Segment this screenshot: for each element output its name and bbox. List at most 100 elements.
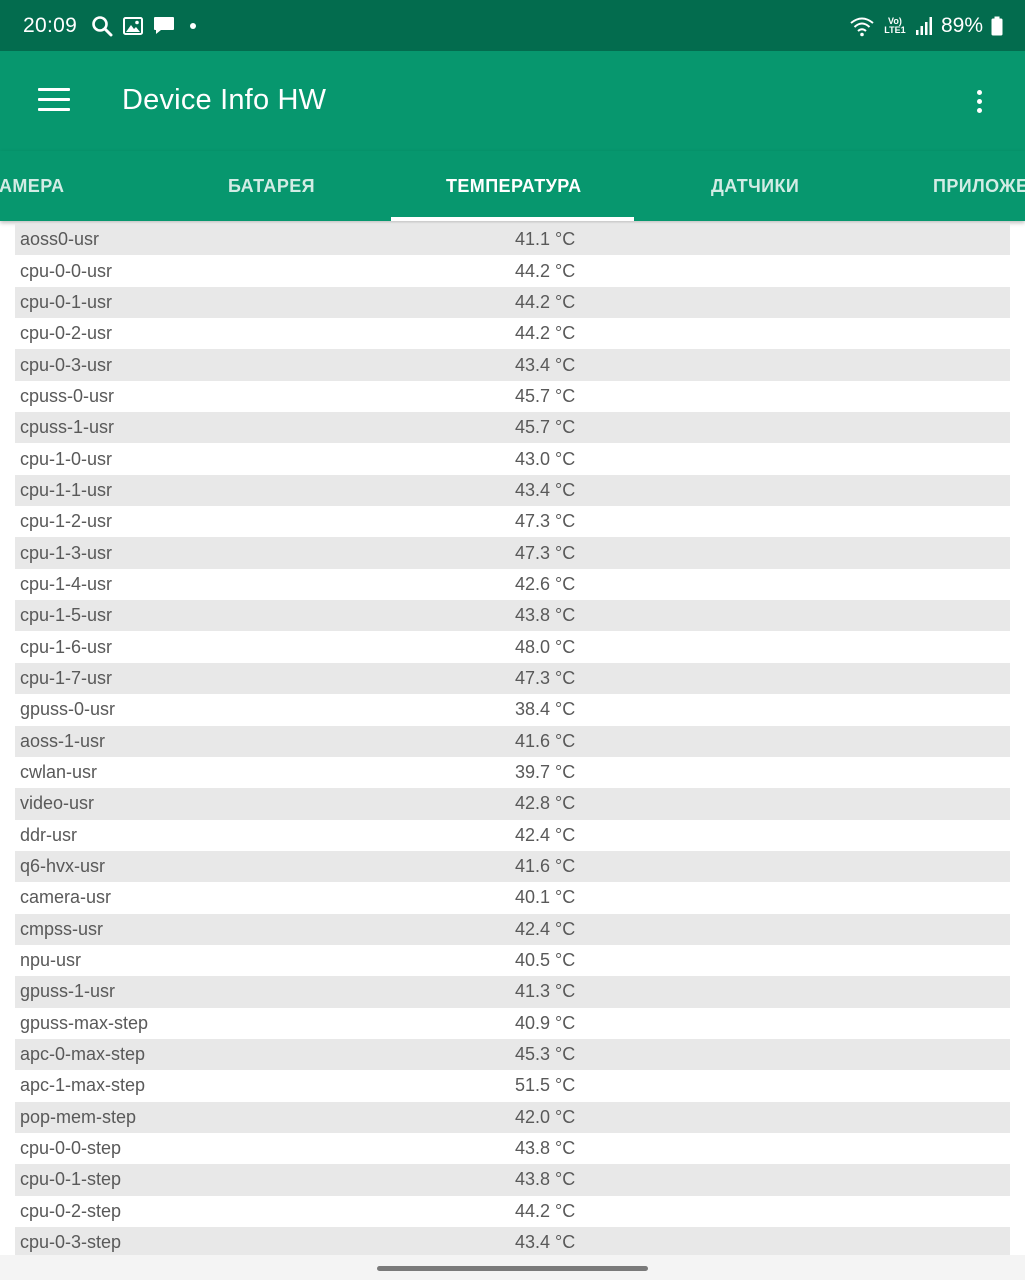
status-bar: 20:09 Vo) LTE1 89% bbox=[0, 0, 1025, 51]
home-gesture-handle[interactable] bbox=[377, 1266, 648, 1271]
sensor-temperature: 43.8 °C bbox=[515, 1169, 576, 1190]
list-item: cpu-1-4-usr 42.6 °C bbox=[15, 568, 1010, 601]
sensor-temperature: 42.8 °C bbox=[515, 793, 576, 814]
tab-apps[interactable]: ПРИЛОЖЕ bbox=[933, 151, 1025, 221]
sensor-name: ddr-usr bbox=[20, 824, 78, 845]
sensor-temperature: 43.4 °C bbox=[515, 1232, 576, 1253]
sensor-temperature: 41.6 °C bbox=[515, 856, 576, 877]
sensor-temperature: 44.2 °C bbox=[515, 291, 576, 312]
sensor-name: cpu-1-1-usr bbox=[20, 479, 113, 500]
tab-battery[interactable]: БАТАРЕЯ bbox=[228, 151, 315, 221]
wifi-icon bbox=[849, 15, 875, 37]
sensor-name: apc-1-max-step bbox=[20, 1075, 146, 1096]
dot-icon bbox=[185, 21, 201, 31]
sensor-temperature: 48.0 °C bbox=[515, 636, 576, 657]
sensor-name: pop-mem-step bbox=[20, 1106, 137, 1127]
list-item: cpu-1-7-usr 47.3 °C bbox=[15, 662, 1010, 695]
tab-camera[interactable]: АМЕРА bbox=[0, 151, 64, 221]
list-item: aoss-1-usr 41.6 °C bbox=[15, 725, 1010, 757]
sensor-temperature: 45.7 °C bbox=[515, 385, 576, 406]
battery-icon bbox=[991, 16, 1003, 36]
list-item: cpu-1-3-usr 47.3 °C bbox=[15, 537, 1010, 569]
sensor-name: cwlan-usr bbox=[20, 762, 98, 783]
sensor-temperature: 41.1 °C bbox=[515, 229, 576, 250]
search-icon bbox=[91, 15, 113, 37]
sensor-name: q6-hvx-usr bbox=[20, 856, 106, 877]
app-bar: Device Info HW bbox=[0, 51, 1025, 151]
sensor-name: gpuss-max-step bbox=[20, 1012, 149, 1033]
list-item: pop-mem-step 42.0 °C bbox=[15, 1101, 1010, 1133]
list-item: cpu-0-0-usr 44.2 °C bbox=[15, 255, 1010, 287]
list-item: cpuss-1-usr 45.7 °C bbox=[15, 412, 1010, 444]
navigation-bar bbox=[0, 1255, 1025, 1280]
sensor-name: aoss-1-usr bbox=[20, 730, 106, 751]
volte-icon: Vo) LTE1 bbox=[883, 15, 907, 35]
list-item: ddr-usr 42.4 °C bbox=[15, 819, 1010, 851]
more-vert-icon[interactable] bbox=[966, 81, 992, 121]
list-item: gpuss-max-step 40.9 °C bbox=[15, 1007, 1010, 1039]
network-label: Vo) LTE1 bbox=[884, 15, 906, 35]
list-item: q6-hvx-usr 41.6 °C bbox=[15, 850, 1010, 883]
sensor-temperature: 43.8 °C bbox=[515, 605, 576, 626]
list-item: camera-usr 40.1 °C bbox=[15, 882, 1010, 914]
sensor-temperature: 40.9 °C bbox=[515, 1012, 576, 1033]
list-item: cpu-0-2-step 44.2 °C bbox=[15, 1195, 1010, 1227]
sensor-temperature: 39.7 °C bbox=[515, 762, 576, 783]
sensor-name: cpu-1-7-usr bbox=[20, 667, 113, 688]
sensor-temperature: 44.2 °C bbox=[515, 1200, 576, 1221]
sensor-temperature: 43.8 °C bbox=[515, 1138, 576, 1159]
list-item: video-usr 42.8 °C bbox=[15, 788, 1010, 820]
sensor-name: cpu-1-2-usr bbox=[20, 511, 113, 532]
list-item: aoss0-usr 41.1 °C bbox=[15, 224, 1010, 256]
sensor-temperature: 44.2 °C bbox=[515, 323, 576, 344]
list-item: gpuss-0-usr 38.4 °C bbox=[15, 694, 1010, 726]
list-item: cpu-0-1-step 43.8 °C bbox=[15, 1164, 1010, 1196]
list-item: cpu-0-1-usr 44.2 °C bbox=[15, 286, 1010, 319]
sensor-name: npu-usr bbox=[20, 950, 82, 971]
sensor-name: cpu-0-2-usr bbox=[20, 323, 113, 344]
sensor-name: camera-usr bbox=[20, 887, 112, 908]
sensor-temperature: 43.4 °C bbox=[515, 479, 576, 500]
active-tab-indicator bbox=[391, 217, 634, 221]
sensor-name: cpu-1-4-usr bbox=[20, 573, 113, 594]
temperature-list[interactable]: aoss0-usr 41.1 °C cpu-0-0-usr 44.2 °C cpu-0-… bbox=[15, 224, 1010, 1255]
list-item: npu-usr 40.5 °C bbox=[15, 944, 1010, 977]
sensor-name: cpu-1-0-usr bbox=[20, 448, 113, 469]
list-item: cpu-1-0-usr 43.0 °C bbox=[15, 443, 1010, 475]
sensor-name: cpu-1-6-usr bbox=[20, 636, 113, 657]
sensor-name: cpu-0-3-usr bbox=[20, 354, 113, 375]
sensor-temperature: 42.6 °C bbox=[515, 573, 576, 594]
list-item: cmpss-usr 42.4 °C bbox=[15, 913, 1010, 945]
list-item: cpu-0-0-step 43.8 °C bbox=[15, 1132, 1010, 1165]
hamburger-menu-icon[interactable] bbox=[38, 88, 70, 112]
list-item: cpuss-0-usr 45.7 °C bbox=[15, 380, 1010, 413]
sensor-temperature: 51.5 °C bbox=[515, 1075, 576, 1096]
list-item: apc-1-max-step 51.5 °C bbox=[15, 1070, 1010, 1102]
sensor-name: cpuss-1-usr bbox=[20, 417, 115, 438]
list-item: cpu-0-2-usr 44.2 °C bbox=[15, 318, 1010, 350]
list-item: cpu-0-3-usr 43.4 °C bbox=[15, 349, 1010, 381]
list-item: cpu-1-5-usr 43.8 °C bbox=[15, 600, 1010, 632]
sensor-name: cmpss-usr bbox=[20, 918, 104, 939]
sensor-temperature: 41.6 °C bbox=[515, 730, 576, 751]
gallery-icon bbox=[123, 16, 144, 35]
sensor-name: gpuss-1-usr bbox=[20, 981, 116, 1002]
tab-sensors[interactable]: ДАТЧИКИ bbox=[711, 151, 799, 221]
status-bar-right: Vo) LTE1 89% bbox=[849, 14, 1003, 38]
sensor-name: video-usr bbox=[20, 793, 95, 814]
sensor-temperature: 41.3 °C bbox=[515, 981, 576, 1002]
sensor-temperature: 47.3 °C bbox=[515, 542, 576, 563]
sensor-temperature: 42.4 °C bbox=[515, 824, 576, 845]
list-item: gpuss-1-usr 41.3 °C bbox=[15, 976, 1010, 1008]
sensor-temperature: 42.0 °C bbox=[515, 1106, 576, 1127]
sensor-name: cpu-0-2-step bbox=[20, 1200, 122, 1221]
sensor-name: cpu-0-3-step bbox=[20, 1232, 122, 1253]
sensor-temperature: 45.7 °C bbox=[515, 417, 576, 438]
tab-temperature[interactable]: ТЕМПЕРАТУРА bbox=[446, 151, 581, 221]
message-icon bbox=[153, 16, 175, 36]
sensor-name: cpu-0-1-usr bbox=[20, 291, 113, 312]
sensor-name: cpu-0-1-step bbox=[20, 1169, 122, 1190]
tab-bar: АМЕРА БАТАРЕЯ ТЕМПЕРАТУРА ДАТЧИКИ ПРИЛОЖ… bbox=[0, 151, 1025, 221]
sensor-name: cpu-0-0-usr bbox=[20, 260, 113, 281]
status-bar-left: 20:09 bbox=[23, 14, 201, 38]
